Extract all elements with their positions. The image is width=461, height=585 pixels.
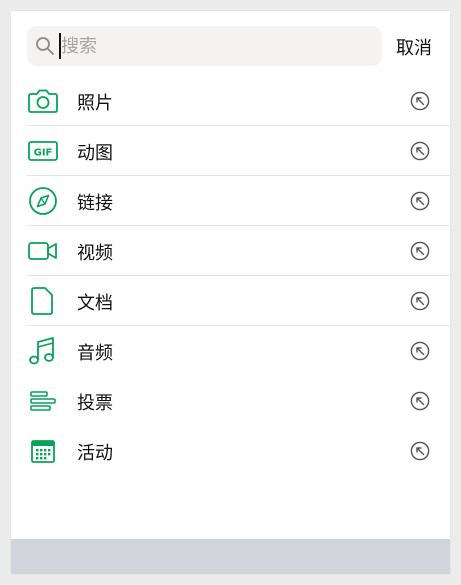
arrow-up-left-circle-icon	[410, 391, 430, 411]
music-note-icon	[29, 337, 54, 365]
search-row: 取消	[27, 26, 450, 66]
list-item-label: 照片	[77, 93, 113, 114]
search-box[interactable]	[27, 26, 382, 66]
list-item-label: 活动	[77, 443, 113, 464]
attachment-list: 照片 GIF 动图 链接 视频 文档 音频 投票 活动	[27, 76, 450, 476]
compass-icon	[29, 187, 57, 215]
list-item-gif[interactable]: GIF 动图	[27, 126, 450, 176]
gif-icon: GIF	[28, 141, 58, 161]
list-item-label: 链接	[77, 193, 113, 214]
list-item-label: 视频	[77, 243, 113, 264]
list-item-video[interactable]: 视频	[27, 226, 450, 276]
arrow-up-left-circle-icon	[410, 91, 430, 111]
bottom-bar	[11, 539, 450, 574]
poll-bars-icon	[30, 391, 56, 411]
attachment-panel: 取消 照片 GIF 动图	[11, 11, 450, 574]
search-icon	[36, 37, 54, 55]
list-item-audio[interactable]: 音频	[27, 326, 450, 376]
list-item-poll[interactable]: 投票	[27, 376, 450, 426]
svg-text:GIF: GIF	[34, 148, 53, 159]
list-item-event[interactable]: 活动	[27, 426, 450, 476]
camera-icon	[28, 89, 58, 113]
calendar-icon	[31, 440, 55, 463]
video-camera-icon	[28, 242, 57, 260]
list-item-label: 音频	[77, 343, 113, 364]
search-input[interactable]	[61, 31, 361, 61]
list-item-label: 投票	[77, 393, 113, 414]
cancel-button[interactable]: 取消	[396, 34, 432, 60]
list-item-document[interactable]: 文档	[27, 276, 450, 326]
arrow-up-left-circle-icon	[410, 141, 430, 161]
arrow-up-left-circle-icon	[410, 291, 430, 311]
arrow-up-left-circle-icon	[410, 341, 430, 361]
list-item-photo[interactable]: 照片	[27, 76, 450, 126]
list-item-label: 文档	[77, 293, 113, 314]
document-icon	[31, 287, 53, 315]
list-item-label: 动图	[77, 143, 113, 164]
arrow-up-left-circle-icon	[410, 191, 430, 211]
arrow-up-left-circle-icon	[410, 241, 430, 261]
arrow-up-left-circle-icon	[410, 441, 430, 461]
list-item-link[interactable]: 链接	[27, 176, 450, 226]
